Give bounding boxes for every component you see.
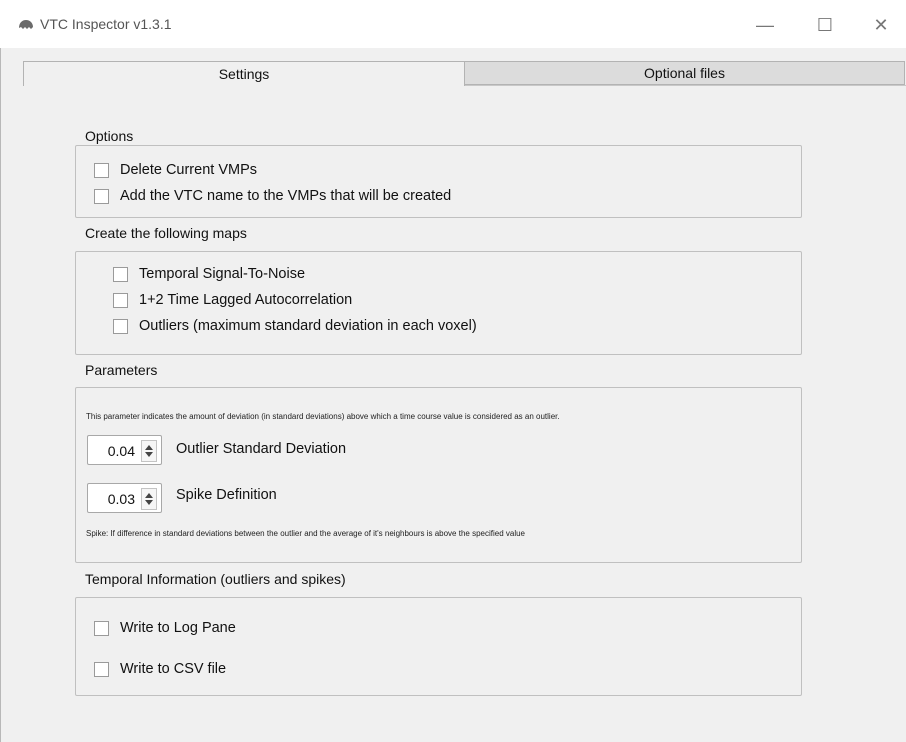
maximize-icon: ☐ xyxy=(816,14,834,35)
tab-label: Settings xyxy=(218,66,270,82)
checkbox-label: Write to CSV file xyxy=(120,661,227,677)
spinbox-value[interactable]: 0.04 xyxy=(108,443,135,459)
title-bar: VTC Inspector v1.3.1 — ☐ ✕ xyxy=(0,0,906,48)
outlier-note: This parameter indicates the amount of d… xyxy=(86,412,560,421)
checkbox-label: Outliers (maximum standard deviation in … xyxy=(139,318,477,334)
options-group: Delete Current VMPs Add the VTC name to … xyxy=(75,145,802,218)
tab-bar: Optional files Settings xyxy=(23,61,906,86)
checkbox-box[interactable] xyxy=(94,620,109,636)
window-title: VTC Inspector v1.3.1 xyxy=(40,16,172,32)
arrow-down-icon[interactable] xyxy=(145,452,153,457)
add-vtc-name-checkbox[interactable]: Add the VTC name to the VMPs that will b… xyxy=(94,188,451,204)
tab-label: Optional files xyxy=(644,65,725,81)
checkbox-label: Temporal Signal-To-Noise xyxy=(139,266,306,282)
minimize-icon: — xyxy=(756,14,774,35)
checkbox-box[interactable] xyxy=(113,292,128,308)
maps-group: Temporal Signal-To-Noise 1+2 Time Lagged… xyxy=(75,251,802,355)
temporal-snr-checkbox[interactable]: Temporal Signal-To-Noise xyxy=(113,266,305,282)
parameters-group: This parameter indicates the amount of d… xyxy=(75,387,802,563)
write-log-pane-checkbox[interactable]: Write to Log Pane xyxy=(94,620,236,636)
checkbox-box[interactable] xyxy=(94,162,109,178)
autocorrelation-checkbox[interactable]: 1+2 Time Lagged Autocorrelation xyxy=(113,292,352,308)
options-heading: Options xyxy=(85,128,134,144)
tab-optional-files[interactable]: Optional files xyxy=(464,61,905,85)
delete-vmps-checkbox[interactable]: Delete Current VMPs xyxy=(94,162,257,178)
arrow-down-icon[interactable] xyxy=(145,500,153,505)
arrow-up-icon[interactable] xyxy=(145,493,153,498)
checkbox-label: Write to Log Pane xyxy=(120,620,236,636)
parameters-heading: Parameters xyxy=(85,362,158,378)
spike-definition-spinbox[interactable]: 0.03 xyxy=(87,483,162,513)
checkbox-label: 1+2 Time Lagged Autocorrelation xyxy=(139,292,353,308)
outliers-map-checkbox[interactable]: Outliers (maximum standard deviation in … xyxy=(113,318,477,334)
spike-note: Spike: If difference in standard deviati… xyxy=(86,529,525,538)
tab-settings[interactable]: Settings xyxy=(23,61,465,86)
temporal-heading: Temporal Information (outliers and spike… xyxy=(85,571,346,587)
close-button[interactable]: ✕ xyxy=(866,10,896,40)
spinbox-arrows[interactable] xyxy=(141,488,157,510)
spinbox-arrows[interactable] xyxy=(141,440,157,462)
write-csv-checkbox[interactable]: Write to CSV file xyxy=(94,661,226,677)
outlier-sd-spinbox[interactable]: 0.04 xyxy=(87,435,162,465)
minimize-button[interactable]: — xyxy=(750,10,780,40)
maps-heading: Create the following maps xyxy=(85,225,247,241)
checkbox-label: Add the VTC name to the VMPs that will b… xyxy=(120,188,452,204)
arrow-up-icon[interactable] xyxy=(145,445,153,450)
close-icon: ✕ xyxy=(873,14,889,35)
client-area: Optional files Settings Options Delete C… xyxy=(0,48,906,742)
temporal-group: Write to Log Pane Write to CSV file xyxy=(75,597,802,696)
maximize-button[interactable]: ☐ xyxy=(810,10,840,40)
checkbox-box[interactable] xyxy=(94,188,109,204)
checkbox-label: Delete Current VMPs xyxy=(120,162,257,178)
outlier-sd-label: Outlier Standard Deviation xyxy=(176,441,347,457)
brain-icon xyxy=(19,20,33,29)
checkbox-box[interactable] xyxy=(113,318,128,334)
checkbox-box[interactable] xyxy=(94,661,109,677)
spinbox-value[interactable]: 0.03 xyxy=(108,491,135,507)
spike-definition-label: Spike Definition xyxy=(176,487,277,503)
checkbox-box[interactable] xyxy=(113,266,128,282)
